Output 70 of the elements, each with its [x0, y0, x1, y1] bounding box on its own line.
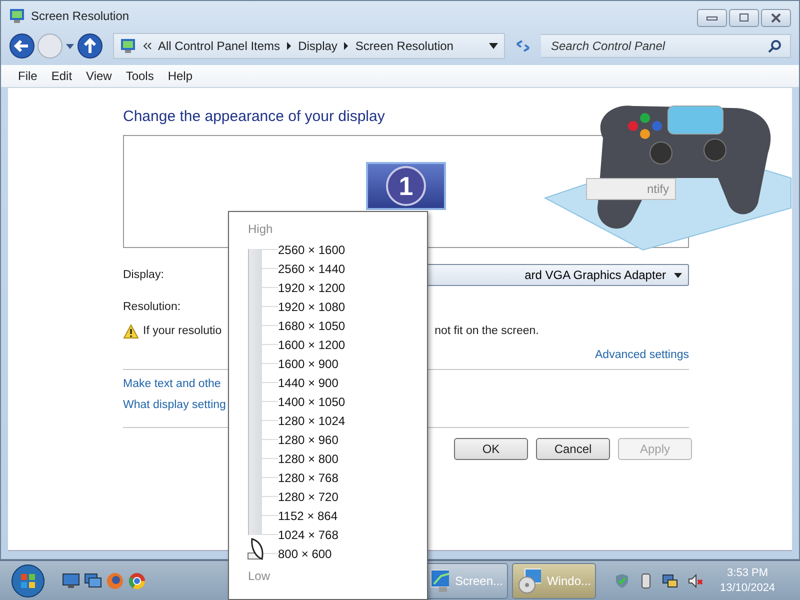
- menu-item[interactable]: Edit: [44, 69, 80, 83]
- refresh-button[interactable]: [515, 38, 531, 54]
- warning-text: not fit on the screen.: [434, 325, 539, 337]
- resolution-option[interactable]: 1280 × 1024: [278, 414, 346, 428]
- maximize-button[interactable]: [729, 9, 759, 27]
- menu-item[interactable]: Help: [160, 69, 200, 83]
- menu-item[interactable]: View: [79, 69, 119, 83]
- resolution-option[interactable]: 1152 × 864: [278, 508, 338, 522]
- warning-text: If your resolutio: [143, 325, 222, 337]
- dropdown-arrow-icon: [674, 272, 682, 278]
- monitor-disc-icon: [517, 568, 541, 594]
- monitor-icon: [9, 8, 25, 24]
- dropdown-arrow-icon[interactable]: [489, 43, 498, 49]
- breadcrumb-item[interactable]: All Control Panel Items: [158, 39, 280, 53]
- window-title: Screen Resolution: [31, 9, 130, 23]
- search-bar[interactable]: Search Control Panel: [541, 34, 791, 58]
- page-heading: Change the appearance of your display: [123, 108, 386, 125]
- monitor-icon: [429, 568, 449, 594]
- help-link[interactable]: Make text and othe: [123, 378, 221, 390]
- desktop-icon[interactable]: [62, 572, 80, 588]
- resolution-option[interactable]: 1680 × 1050: [278, 318, 346, 332]
- search-field[interactable]: Search Control Panel: [549, 38, 768, 54]
- up-button[interactable]: [77, 33, 103, 59]
- resolution-option[interactable]: 1280 × 720: [278, 490, 338, 504]
- menu-item[interactable]: Tools: [118, 69, 161, 83]
- resolution-option[interactable]: 2560 × 1440: [278, 262, 346, 276]
- double-chevron-icon[interactable]: [142, 42, 152, 50]
- monitor-tile[interactable]: 1: [366, 162, 446, 210]
- menu-item[interactable]: File: [11, 69, 44, 83]
- monitor-number: 1: [386, 166, 426, 206]
- breadcrumb-item[interactable]: Screen Resolution: [355, 39, 454, 53]
- back-button[interactable]: [9, 33, 35, 59]
- resolution-option[interactable]: 1600 × 1200: [278, 338, 346, 352]
- browser-icon[interactable]: [106, 572, 124, 590]
- resolution-option[interactable]: 1280 × 768: [278, 470, 338, 484]
- window-switch-icon[interactable]: [84, 572, 102, 588]
- breadcrumb-item[interactable]: Display: [298, 39, 338, 53]
- close-button[interactable]: [761, 9, 791, 27]
- history-dropdown-button[interactable]: [65, 42, 75, 50]
- resolution-option[interactable]: 1440 × 900: [278, 376, 338, 390]
- resolution-option[interactable]: 1280 × 800: [278, 452, 338, 466]
- maximize-icon: [738, 13, 750, 23]
- display-label: Display:: [123, 269, 165, 281]
- search-icon: [768, 39, 782, 53]
- resolution-option[interactable]: 1400 × 1050: [278, 394, 346, 408]
- breadcrumb-arrow-icon[interactable]: [286, 42, 292, 50]
- network-icon[interactable]: [662, 572, 678, 588]
- browser-icon[interactable]: [128, 572, 146, 590]
- dialog-button[interactable]: Cancel: [536, 438, 610, 460]
- resolution-option[interactable]: 1920 × 1200: [278, 280, 346, 294]
- muted-speaker-icon[interactable]: [688, 572, 704, 588]
- advanced-settings-link[interactable]: Advanced settings: [595, 349, 689, 361]
- low-label: Low: [248, 569, 272, 583]
- breadcrumb-arrow-icon[interactable]: [343, 42, 350, 50]
- resolution-option[interactable]: 1024 × 768: [278, 528, 338, 542]
- help-link[interactable]: What display setting: [123, 399, 226, 411]
- monitor-icon: [120, 38, 136, 54]
- minimize-button[interactable]: [697, 9, 727, 27]
- minimize-icon: [706, 15, 718, 21]
- dialog-button[interactable]: OK: [454, 438, 528, 460]
- close-icon: [770, 13, 782, 23]
- resolution-option[interactable]: 2560 × 1600: [278, 242, 346, 256]
- high-label: High: [248, 222, 274, 236]
- resolution-option[interactable]: 1600 × 900: [278, 356, 338, 370]
- resolution-label: Resolution:: [123, 301, 182, 313]
- resolution-option[interactable]: 1280 × 960: [278, 432, 338, 446]
- resolution-option[interactable]: 800 × 600: [278, 546, 332, 560]
- warning-icon: [123, 324, 139, 338]
- resolution-option[interactable]: 1920 × 1080: [278, 300, 346, 314]
- address-bar[interactable]: All Control Panel Items Display Screen Resolution: [113, 33, 505, 59]
